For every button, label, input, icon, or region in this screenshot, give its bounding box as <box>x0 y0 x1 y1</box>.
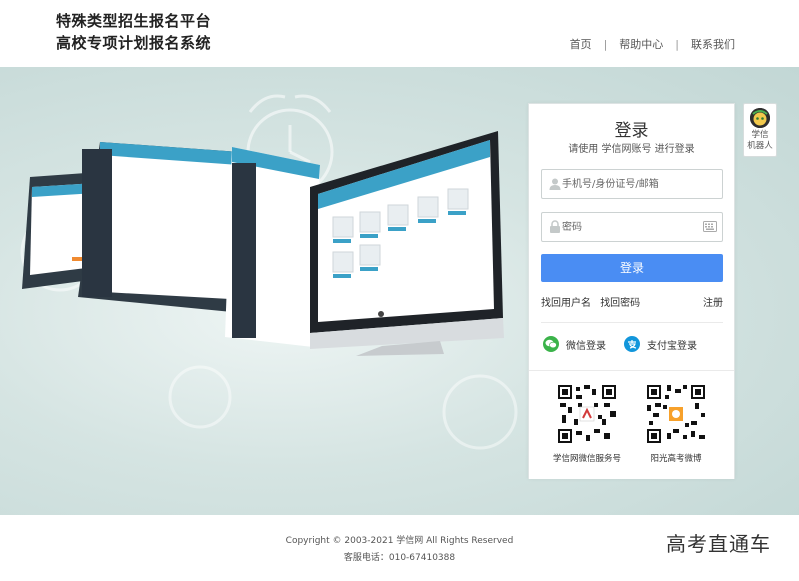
alarm-clock-icon <box>168 365 518 450</box>
find-username-link[interactable]: 找回用户名 <box>541 298 591 309</box>
login-button[interactable]: 登录 <box>541 254 723 282</box>
nav-separator: | <box>603 37 608 51</box>
username-input[interactable] <box>562 175 702 193</box>
login-panel: 登录 请使用 学信网账号 进行登录 登录 找回用户名 找回密码 注册 微信登录 <box>528 103 735 479</box>
login-subtitle: 请使用 学信网账号 进行登录 <box>568 144 695 155</box>
nav-separator: | <box>675 37 679 51</box>
lock-icon <box>550 220 560 233</box>
username-field[interactable] <box>541 169 723 199</box>
nav-help-link[interactable]: 帮助中心 <box>619 36 663 52</box>
nav-home-link[interactable]: 首页 <box>570 36 592 52</box>
robot-label-line1: 学信 <box>751 130 769 140</box>
page-header: 特殊类型招生报名平台 高校专项计划报名系统 首页 | 帮助中心 | 联系我们 <box>0 0 799 67</box>
password-field[interactable] <box>541 212 723 242</box>
brand-title-line1: 特殊类型招生报名平台 <box>56 12 212 30</box>
page-footer: Copyright © 2003-2021 学信网 All Rights Res… <box>0 515 799 581</box>
nav-contact-link[interactable]: 联系我们 <box>691 36 735 52</box>
brand-title-line2: 高校专项计划报名系统 <box>56 34 212 52</box>
alipay-icon <box>624 336 640 352</box>
wechat-icon <box>543 336 559 352</box>
keyboard-icon[interactable] <box>703 221 717 232</box>
account-links: 找回用户名 找回密码 注册 <box>541 294 723 309</box>
alipay-login-button[interactable]: 支付宝登录 <box>624 336 697 352</box>
password-input[interactable] <box>562 218 702 236</box>
top-nav: 首页 | 帮助中心 | 联系我们 <box>570 36 735 52</box>
weibo-qr-label: 阳光高考微博 <box>650 454 702 464</box>
robot-label-line2: 机器人 <box>747 141 773 151</box>
alipay-login-label: 支付宝登录 <box>647 340 697 352</box>
qr-section: 学信网微信服务号 阳光高考微博 <box>529 371 734 479</box>
find-password-link[interactable]: 找回密码 <box>600 298 640 309</box>
robot-avatar-icon <box>750 108 770 128</box>
divider <box>541 322 723 323</box>
login-title: 登录 <box>614 121 649 141</box>
weibo-qr-code <box>647 385 705 443</box>
wechat-qr-code <box>558 385 616 443</box>
watermark-text: 高考直通车 <box>666 532 771 556</box>
wechat-qr-label: 学信网微信服务号 <box>552 454 621 464</box>
user-icon <box>549 178 561 190</box>
site-brand[interactable]: 特殊类型招生报名平台 高校专项计划报名系统 <box>56 10 211 54</box>
wechat-login-button[interactable]: 微信登录 <box>543 336 606 352</box>
chatbot-button[interactable]: 学信 机器人 <box>743 103 777 157</box>
register-link[interactable]: 注册 <box>703 294 723 309</box>
wechat-login-label: 微信登录 <box>566 340 606 352</box>
